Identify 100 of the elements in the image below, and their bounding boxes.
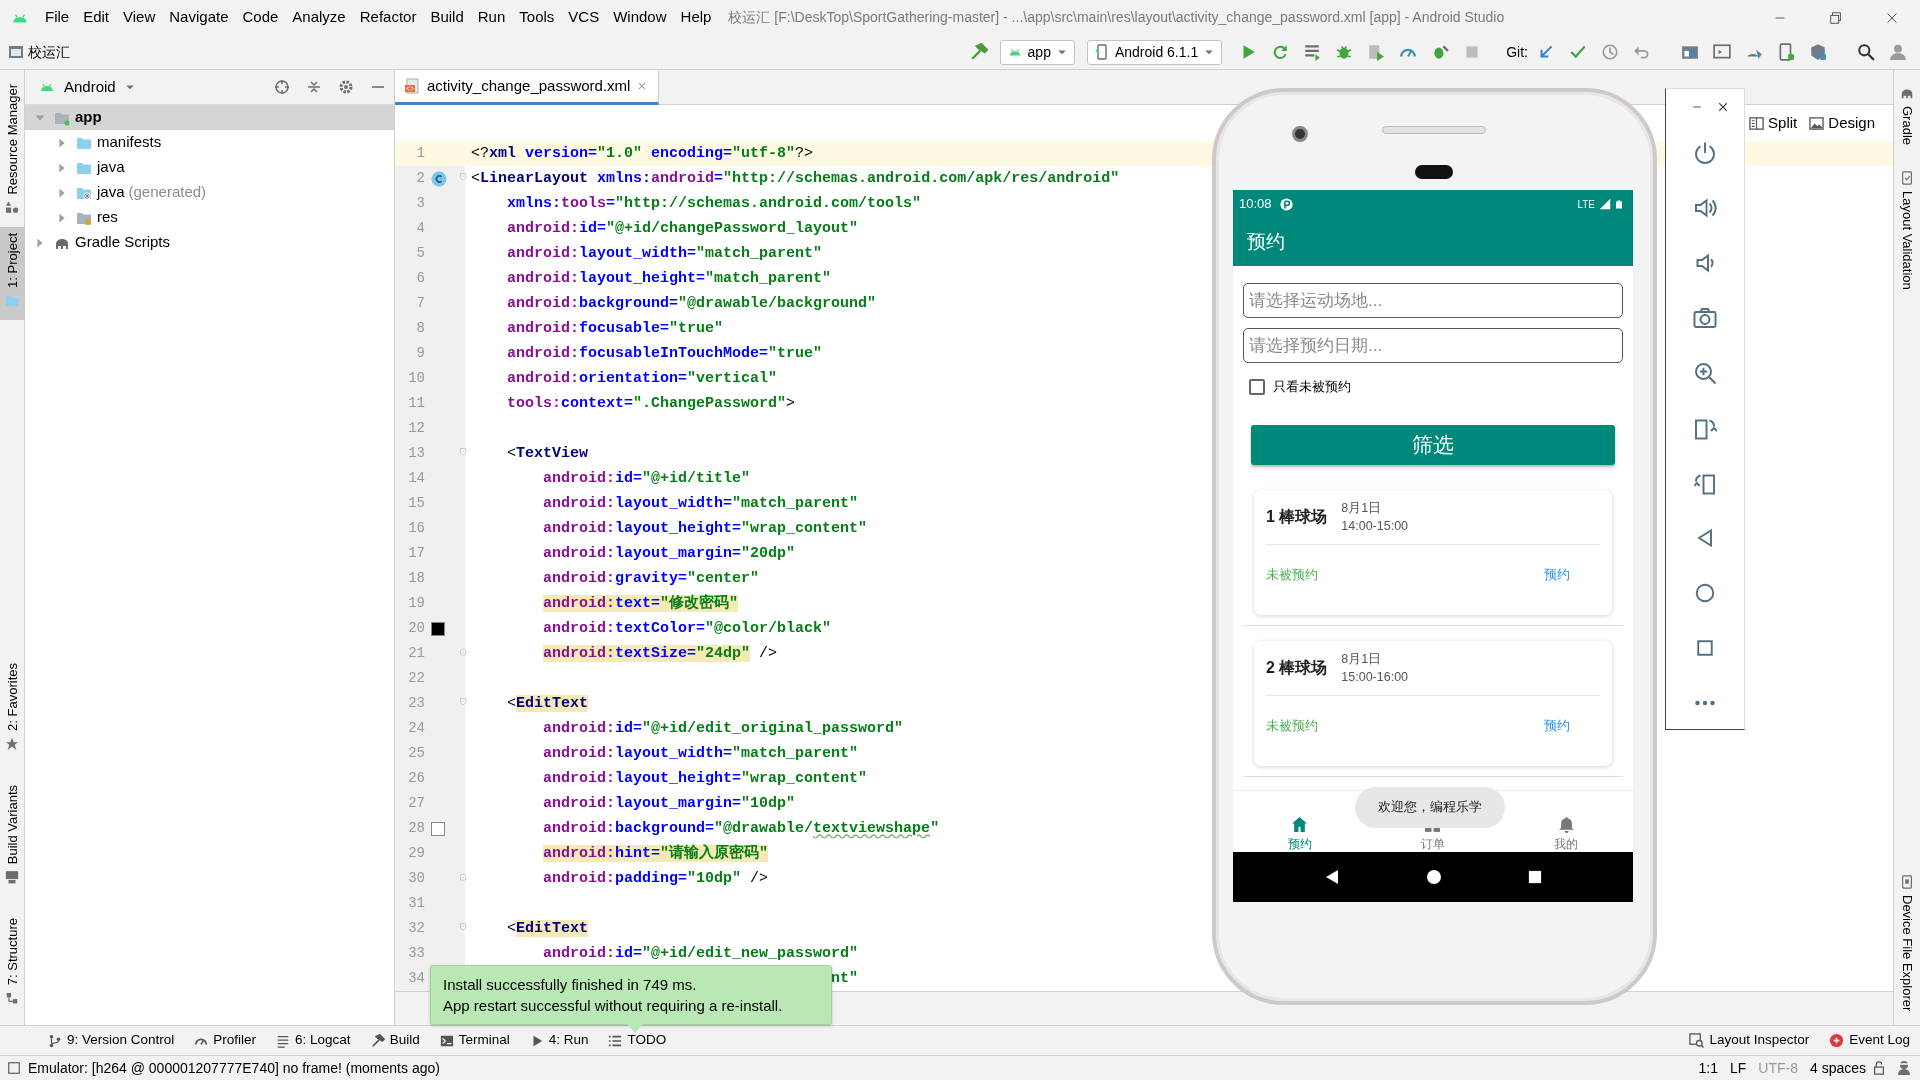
line-number: 8 (415, 319, 425, 338)
menu-item[interactable]: Run (470, 6, 513, 29)
run-config-dropdown[interactable]: app (999, 39, 1075, 65)
tool-window-button[interactable]: Build (360, 1030, 430, 1051)
menu-item[interactable]: Navigate (162, 6, 236, 29)
booking-time: 14:00-15:00 (1341, 518, 1409, 535)
tool-window-tab[interactable]: 2: Favorites (0, 656, 25, 763)
notification-text: App restart successful without requiring a re-install. (443, 996, 784, 1016)
line-number: 12 (407, 419, 425, 438)
tool-window-button[interactable]: Layout Inspector (1679, 1030, 1820, 1051)
view-mode-button[interactable]: Design (1803, 111, 1881, 135)
line-number: 15 (407, 494, 425, 513)
code-line: android:layout_margin="10dp" (543, 794, 796, 814)
code-line: android:layout_height="wrap_content" (543, 769, 868, 789)
menu-item[interactable]: Window (606, 6, 674, 29)
code-line: android:background="@drawable/textviewshape" (543, 819, 940, 839)
file-tab[interactable]: activity_change_password.xml (395, 70, 660, 105)
line-number: 13 (407, 444, 425, 463)
menu-item[interactable]: Analyze (285, 6, 353, 29)
menu-item[interactable]: View (116, 6, 163, 29)
tree-item[interactable]: app (25, 105, 394, 130)
tree-item[interactable]: res (25, 205, 394, 230)
line-number: 19 (407, 594, 425, 613)
menu-item[interactable]: Tools (512, 6, 562, 29)
tool-window-button[interactable]: TODO (598, 1030, 677, 1051)
status-message: Emulator: [h264 @ 000001207777E740] no frame! (moments ago) (28, 1058, 440, 1078)
booking-status: 未被预约 (1266, 566, 1318, 584)
code-line: android:layout_width="match_parent" (543, 494, 859, 514)
menu-item[interactable]: Edit (76, 6, 117, 29)
tool-window-button[interactable]: Profiler (184, 1030, 267, 1051)
line-number: 32 (407, 919, 425, 938)
menu-item[interactable]: Build (423, 6, 471, 29)
tool-window-button[interactable]: 9: Version Control (38, 1030, 185, 1051)
text-field[interactable]: 请选择预约日期... (1243, 328, 1623, 363)
line-number: 31 (407, 894, 425, 913)
menu-item[interactable]: Help (673, 6, 719, 29)
code-line: tools:context=".ChangePassword"> (507, 394, 796, 414)
tool-window-button[interactable]: Terminal (429, 1030, 520, 1051)
line-number: 6 (415, 269, 425, 288)
menu-item[interactable]: Refactor (352, 6, 424, 29)
line-number: 18 (407, 569, 425, 588)
tool-window-tab[interactable]: Layout Validation (1894, 165, 1920, 296)
line-number: 21 (407, 644, 425, 663)
code-line: android:id="@+id/changePassword_layout" (507, 219, 859, 239)
notification-text: Install successfully finished in 749 ms. (443, 975, 698, 995)
code-line: android:textSize="24dp" /> (543, 644, 778, 664)
line-number: 33 (407, 944, 425, 963)
code-line: <LinearLayout xmlns:android="http://schemas.android.com/apk/res/android" (471, 169, 1120, 189)
menu-item[interactable]: File (38, 6, 77, 29)
line-number: 26 (407, 769, 425, 788)
line-number: 9 (415, 344, 425, 363)
device-dropdown[interactable]: Android 6.1.1 (1086, 39, 1223, 65)
line-number: 29 (407, 844, 425, 863)
tool-window-tab[interactable]: Resource Manager (0, 78, 25, 227)
status-time: 10:08 (1239, 195, 1272, 214)
tool-window-tab[interactable]: Gradle (1894, 80, 1920, 152)
text-field[interactable]: 请选择运动场地... (1243, 283, 1623, 318)
line-number: 3 (415, 194, 425, 213)
tree-item[interactable]: manifests (25, 130, 394, 155)
status-item[interactable]: 4 spaces (1803, 1057, 1872, 1079)
code-line: android:gravity="center" (543, 569, 760, 589)
code-line: android:id="@+id/edit_new_password" (543, 944, 859, 964)
tool-window-button[interactable]: 6: Logcat (266, 1030, 361, 1051)
line-number: 25 (407, 744, 425, 763)
booking-date: 8月1日 (1341, 500, 1383, 517)
line-number: 28 (407, 819, 425, 838)
code-line: android:id="@+id/edit_original_password" (543, 719, 904, 739)
tool-window-tab[interactable]: Device File Explorer (1894, 868, 1920, 1017)
menu-item[interactable]: Code (235, 6, 286, 29)
code-line: android:layout_height="wrap_content" (543, 519, 868, 539)
booking-date: 8月1日 (1341, 651, 1383, 668)
project-breadcrumb[interactable]: 校运汇 (28, 41, 70, 63)
tool-window-tab[interactable]: 1: Project (0, 226, 25, 320)
window-title: 校运汇 [F:\DeskTop\SportGathering-master] - ...\app\src\main\res\layout\activity_change_password.xml [app] - Android Studio (728, 8, 1505, 27)
line-number: 23 (407, 694, 425, 713)
tool-window-tab[interactable]: 7: Structure (0, 911, 25, 1017)
line-number: 4 (415, 219, 425, 238)
venue-name: 1 棒球场 (1266, 507, 1328, 527)
menu-item[interactable]: VCS (561, 6, 607, 29)
code-line: nt" (831, 969, 859, 989)
tree-item[interactable]: Gradle Scripts (25, 230, 394, 255)
code-line: <TextView (507, 444, 589, 464)
view-mode-button[interactable]: Split (1743, 111, 1804, 135)
tool-window-button[interactable]: Event Log (1819, 1030, 1920, 1051)
filter-button[interactable]: 筛选 (1251, 425, 1615, 465)
tool-window-button[interactable]: 4: Run (519, 1030, 599, 1051)
code-line: android:layout_height="match_parent" (507, 269, 832, 289)
status-item[interactable]: 1:1 (1692, 1057, 1724, 1079)
line-number: 22 (407, 669, 425, 688)
line-number: 24 (407, 719, 425, 738)
checkbox-label: 只看未被预约 (1273, 378, 1351, 396)
code-line: android:focusableInTouchMode="true" (507, 344, 823, 364)
code-line: android:focusable="true" (507, 319, 724, 339)
tool-window-tab[interactable]: Build Variants (0, 778, 25, 896)
line-number: 2 (415, 169, 425, 188)
tree-item[interactable]: java (generated) (25, 180, 394, 205)
status-item[interactable]: LF (1723, 1057, 1753, 1079)
venue-name: 2 棒球场 (1266, 658, 1328, 678)
tree-item[interactable]: java (25, 155, 394, 180)
line-number: 5 (415, 244, 425, 263)
